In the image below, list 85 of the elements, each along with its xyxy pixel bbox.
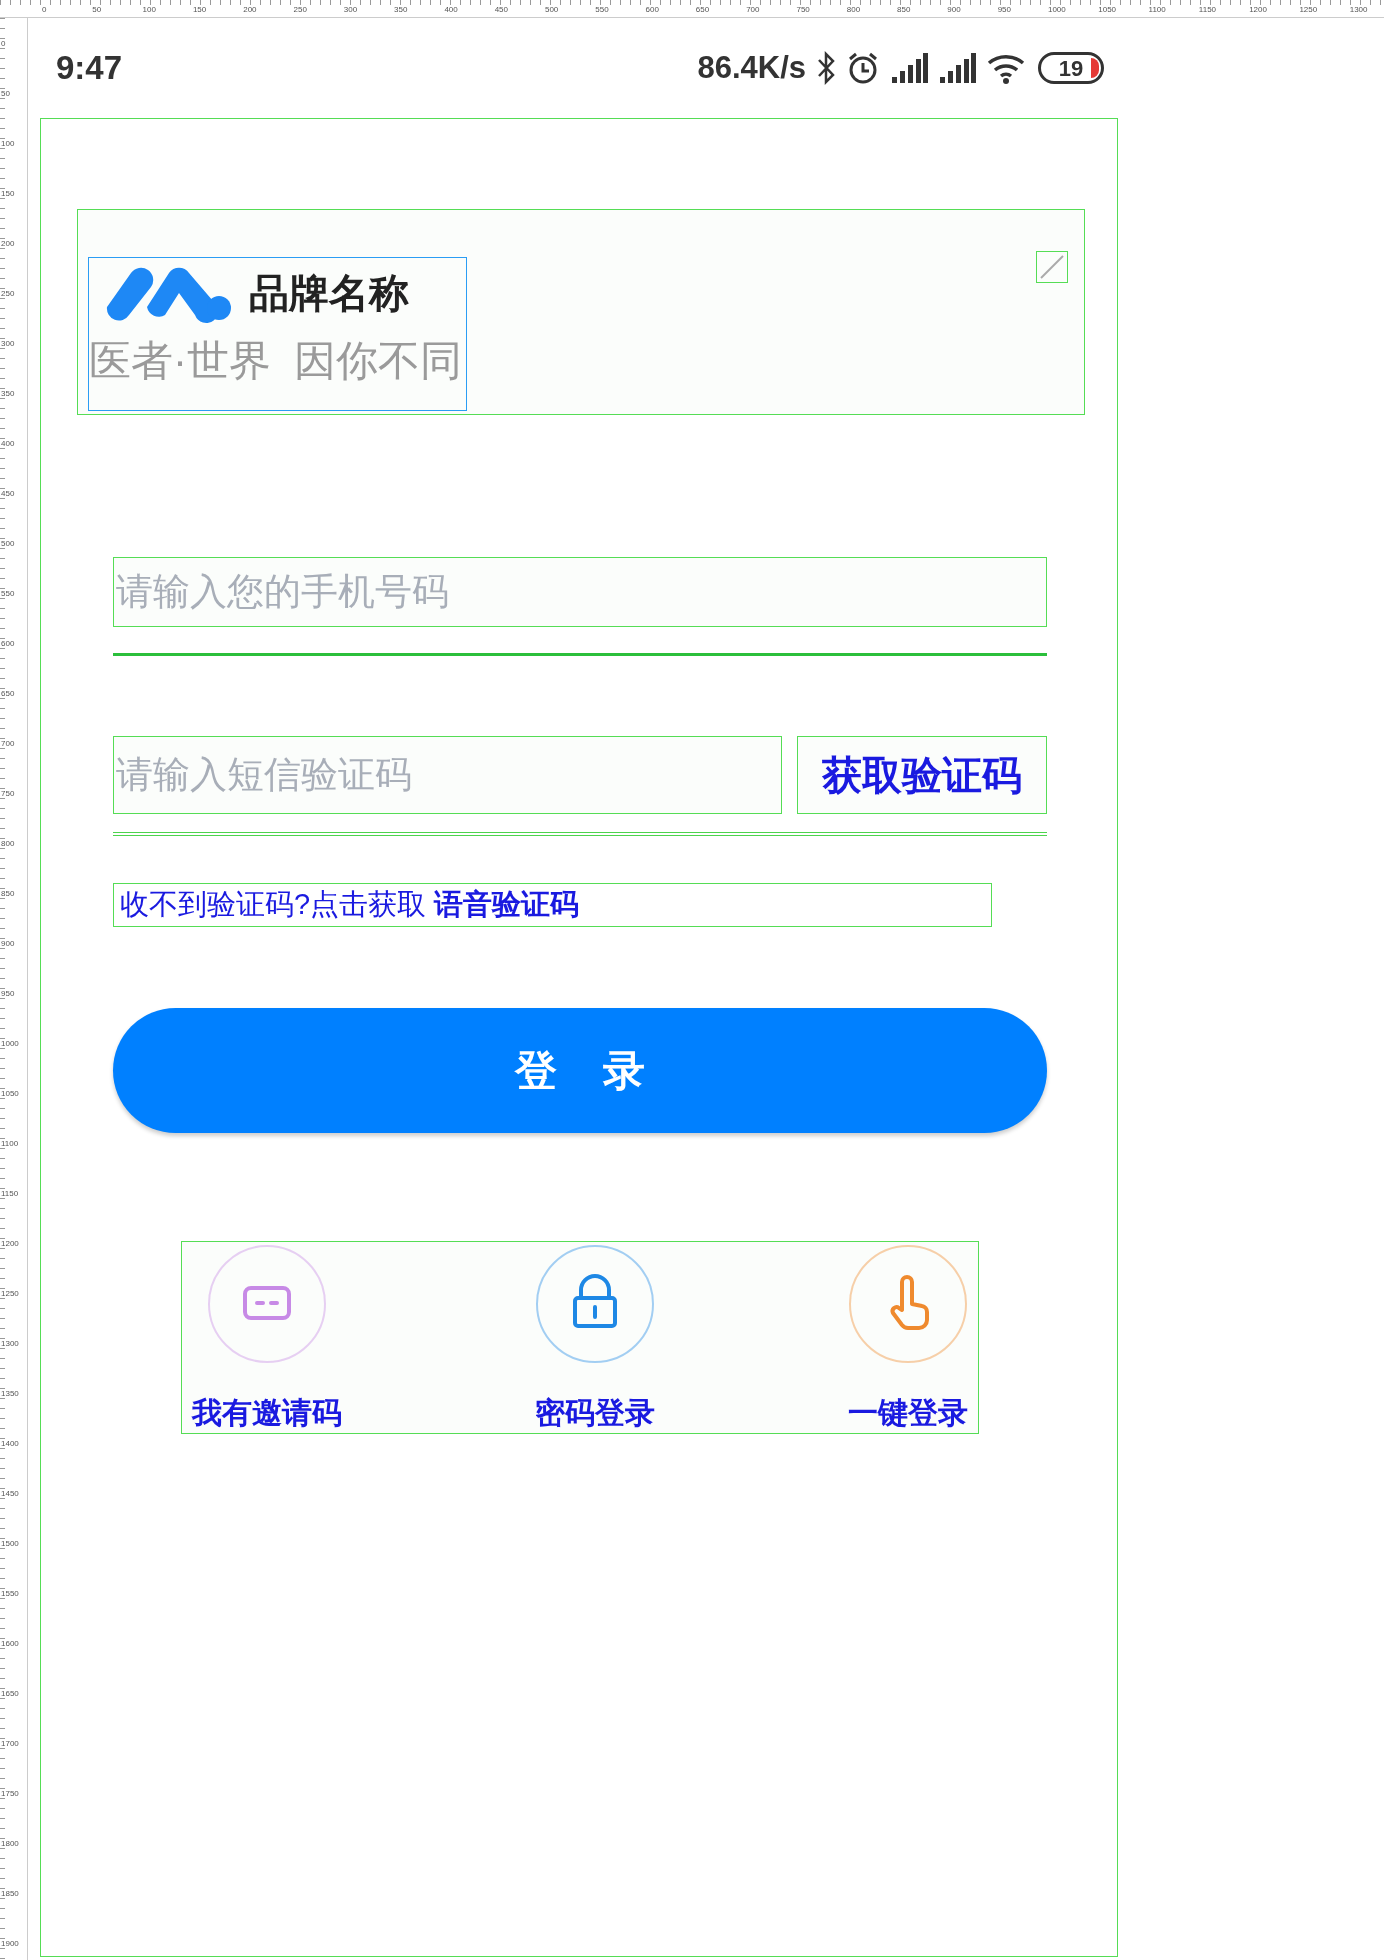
login-option-label[interactable]: 我有邀请码 [192,1398,342,1428]
ruler-label: 1900 [0,1940,20,1950]
ruler-label: 1550 [0,1590,20,1600]
ruler-label: 500 [543,4,560,16]
ruler-label: 100 [141,4,157,16]
ruler-label: 600 [0,640,16,650]
ruler-label: 1500 [0,1540,20,1550]
ruler-label: 0 [0,40,7,50]
ruler-label: 150 [191,4,208,16]
ruler-label: 50 [0,90,11,100]
ruler-label: 1200 [0,1240,20,1250]
ruler-label: 1600 [0,1640,20,1650]
ruler-label: 250 [0,290,16,300]
ruler-label: 1100 [1147,4,1167,16]
password-option-icon[interactable] [535,1244,655,1364]
ruler-label: 400 [443,4,459,16]
ruler-label: 350 [393,4,409,16]
ruler-label: 1250 [1298,4,1319,16]
ruler-label: 1200 [1248,4,1268,16]
ruler-label: 0 [41,4,48,16]
ruler-label: 650 [0,690,16,700]
ruler-label: 300 [0,340,16,350]
ruler-label: 650 [694,4,711,16]
ruler-label: 400 [0,440,16,450]
ruler-label: 1450 [0,1490,20,1500]
ruler-label: 150 [0,190,16,200]
login-option-label[interactable]: 一键登录 [848,1398,968,1428]
ruler-label: 700 [0,740,16,750]
signal-icon [938,53,976,83]
ruler-label: 1150 [1197,4,1218,16]
get-code-button[interactable]: 获取验证码 [797,736,1047,814]
ruler-label: 800 [0,840,16,850]
ruler-label: 1800 [0,1840,20,1850]
login-button[interactable]: 登 录 [113,1008,1047,1133]
brand-name: 品牌名称 [249,270,409,317]
ruler-label: 200 [0,240,16,250]
signal-icon [890,53,928,83]
ruler-label: 1000 [0,1040,20,1050]
ruler-label: 1100 [0,1140,20,1150]
ruler-label: 200 [242,4,258,16]
login-option-label[interactable]: 密码登录 [535,1398,655,1428]
ruler-label: 1000 [1046,4,1067,16]
ruler-label: 1850 [0,1890,20,1900]
ruler-label: 750 [0,790,16,800]
ruler-label: 600 [644,4,660,16]
voice-code-link[interactable]: 语音验证码 [434,883,580,927]
alarm-clock-icon [846,51,880,85]
ruler-label: 550 [594,4,610,16]
phone-input-field[interactable]: 请输入您的手机号码 [113,557,1047,627]
ruler-label: 1050 [1097,4,1118,16]
ruler-label: 850 [896,4,912,16]
ruler-label: 550 [0,590,16,600]
ruler-label: 1650 [0,1690,20,1700]
ruler-label: 250 [292,4,308,16]
code-input-field[interactable]: 请输入短信验证码 [113,736,782,814]
ruler-label: 350 [0,390,16,400]
ruler-label: 1750 [0,1790,20,1800]
ruler-label: 1700 [0,1740,20,1750]
status-time: 9:47 [56,48,123,89]
ruler-label: 450 [0,490,16,500]
battery-indicator: 19 [1038,52,1104,84]
ruler-label: 900 [946,4,962,16]
ruler-label: 1300 [1348,4,1369,16]
ruler-label: 950 [996,4,1012,16]
ruler-label: 1050 [0,1090,20,1100]
ruler-label: 750 [795,4,811,16]
network-speed: 86.4K/s [697,48,806,87]
slogan: 医者·世界 因你不同 [89,340,464,382]
ruler-label: 50 [91,4,103,16]
ruler-label: 100 [0,140,16,150]
ruler-label: 1250 [0,1290,20,1300]
ruler-label: 850 [0,890,16,900]
voice-code-hint: 收不到验证码?点击获取 [120,887,427,923]
bluetooth-icon [816,51,836,85]
ruler-label: 500 [0,540,16,550]
ruler-label: 950 [0,990,16,1000]
ruler-label: 1150 [0,1190,20,1200]
ruler-label: 700 [745,4,761,16]
ruler-label: 800 [845,4,862,16]
ruler-label: 900 [0,940,16,950]
ruler-label: 1400 [0,1440,20,1450]
ruler-label: 1300 [0,1340,20,1350]
ruler-label: 300 [342,4,359,16]
ruler-label: 1350 [0,1390,20,1400]
ruler-label: 450 [493,4,510,16]
